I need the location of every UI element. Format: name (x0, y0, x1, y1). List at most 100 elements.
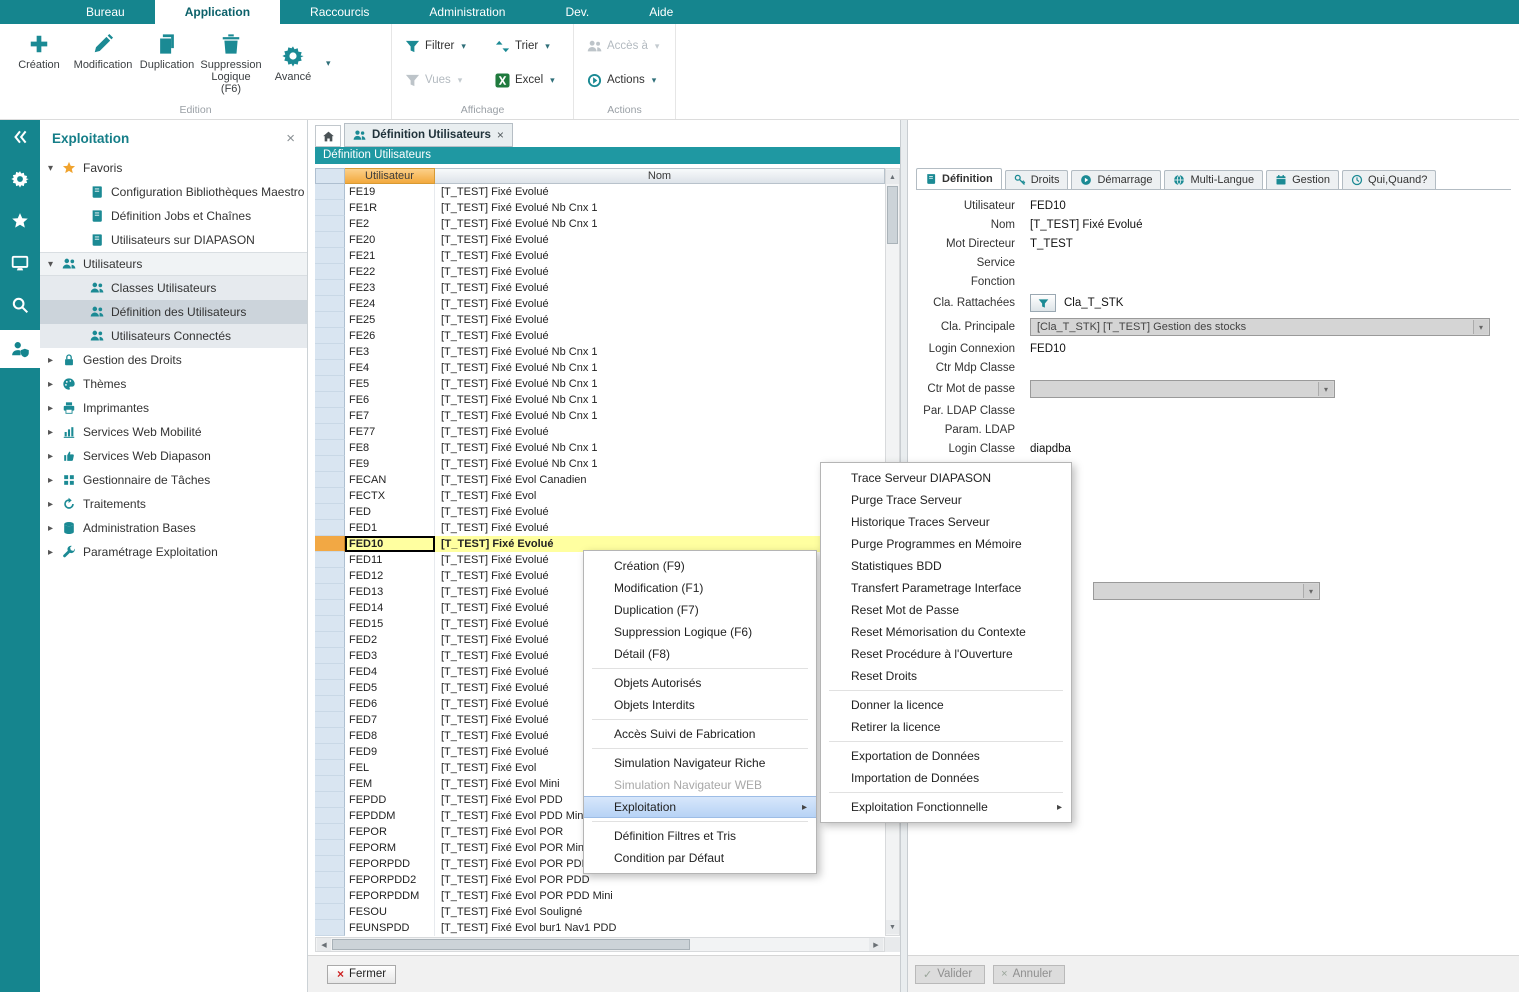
tree-item-configuration-bibliotheques-maestro[interactable]: Configuration Bibliothèques Maestro (40, 180, 307, 204)
row-gutter[interactable] (315, 792, 345, 808)
row-gutter[interactable] (315, 840, 345, 856)
tree-item-definition-des-utilisateurs[interactable]: Définition des Utilisateurs (40, 300, 307, 324)
menu-item-purge-programmes-en-memoire[interactable]: Purge Programmes en Mémoire (821, 533, 1071, 555)
row-gutter[interactable] (315, 856, 345, 872)
row-gutter[interactable] (315, 360, 345, 376)
row-gutter[interactable] (315, 312, 345, 328)
row-gutter[interactable] (315, 648, 345, 664)
row-gutter[interactable] (315, 904, 345, 920)
menu-item-donner-la-licence[interactable]: Donner la licence (821, 694, 1071, 716)
tab-demarrage[interactable]: Démarrage (1071, 170, 1161, 189)
extra-combo[interactable]: ▾ (1093, 582, 1320, 600)
row-gutter[interactable] (315, 216, 345, 232)
table-row[interactable]: FE77[T_TEST] Fixé Evolué (315, 424, 885, 440)
row-gutter[interactable] (315, 200, 345, 216)
cla-rattachees-button[interactable] (1030, 294, 1056, 312)
tree-item-gestionnaire-de-taches[interactable]: ▸Gestionnaire de Tâches (40, 468, 307, 492)
field-combo[interactable]: ▾ (1030, 380, 1335, 398)
table-row[interactable]: FE20[T_TEST] Fixé Evolué (315, 232, 885, 248)
tree-item-services-web-mobilite[interactable]: ▸Services Web Mobilité (40, 420, 307, 444)
menu-item-retirer-la-licence[interactable]: Retirer la licence (821, 716, 1071, 738)
row-gutter[interactable] (315, 632, 345, 648)
column-header-nom[interactable]: Nom (435, 168, 885, 184)
menu-item-statistiques-bdd[interactable]: Statistiques BDD (821, 555, 1071, 577)
row-gutter[interactable] (315, 328, 345, 344)
scroll-left-icon[interactable]: ◀ (317, 938, 331, 951)
horizontal-scroll-thumb[interactable] (332, 939, 690, 950)
row-gutter[interactable] (315, 664, 345, 680)
table-row[interactable]: FE1R[T_TEST] Fixé Evolué Nb Cnx 1 (315, 200, 885, 216)
row-gutter[interactable] (315, 760, 345, 776)
user-shield-strip-button[interactable] (0, 330, 40, 368)
table-row[interactable]: FE8[T_TEST] Fixé Evolué Nb Cnx 1 (315, 440, 885, 456)
menu-item-exploitation-fonctionnelle[interactable]: Exploitation Fonctionnelle▸ (821, 796, 1071, 818)
column-header-utilisateur[interactable]: Utilisateur (345, 168, 435, 184)
row-gutter[interactable] (315, 552, 345, 568)
menu-item-reset-memorisation-du-contexte[interactable]: Reset Mémorisation du Contexte (821, 621, 1071, 643)
table-row[interactable]: FESOU[T_TEST] Fixé Evol Souligné (315, 904, 885, 920)
annuler-button[interactable]: ×Annuler (993, 965, 1065, 984)
tab-definition[interactable]: Définition (916, 168, 1002, 189)
table-row[interactable]: FE7[T_TEST] Fixé Evolué Nb Cnx 1 (315, 408, 885, 424)
horizontal-scrollbar[interactable]: ◀ ▶ (315, 937, 885, 952)
monitor-strip-button[interactable] (0, 246, 40, 280)
table-row[interactable]: FEPORPDDM[T_TEST] Fixé Evol POR PDD Mini (315, 888, 885, 904)
table-row[interactable]: FEUNSPDD[T_TEST] Fixé Evol bur1 Nav1 PDD (315, 920, 885, 936)
table-row[interactable]: FE24[T_TEST] Fixé Evolué (315, 296, 885, 312)
tab-close-icon[interactable]: × (497, 128, 504, 142)
dropdown-arrow-icon[interactable]: ▾ (326, 58, 331, 69)
tab-definition-utilisateurs[interactable]: Définition Utilisateurs × (344, 123, 513, 147)
tab-multi-langue[interactable]: Multi-Langue (1164, 170, 1263, 189)
row-gutter[interactable] (315, 392, 345, 408)
trier-button[interactable]: Trier▾ (492, 34, 576, 58)
table-row[interactable]: FE9[T_TEST] Fixé Evolué Nb Cnx 1 (315, 456, 885, 472)
table-row[interactable]: FED1[T_TEST] Fixé Evolué (315, 520, 885, 536)
table-row[interactable]: FE4[T_TEST] Fixé Evolué Nb Cnx 1 (315, 360, 885, 376)
scroll-right-icon[interactable]: ▶ (869, 938, 883, 951)
creation-button[interactable]: Création (8, 29, 70, 73)
tree-item-gestion-des-droits[interactable]: ▸Gestion des Droits (40, 348, 307, 372)
row-gutter[interactable] (315, 456, 345, 472)
tree-item-definition-jobs-et-chaines[interactable]: Définition Jobs et Chaînes (40, 204, 307, 228)
home-tab[interactable] (315, 125, 341, 147)
menu-item-reset-mot-de-passe[interactable]: Reset Mot de Passe (821, 599, 1071, 621)
row-gutter[interactable] (315, 808, 345, 824)
tree-item-favoris[interactable]: ▾Favoris (40, 156, 307, 180)
tree-item-administration-bases[interactable]: ▸Administration Bases (40, 516, 307, 540)
menu-item-condition-par-defaut[interactable]: Condition par Défaut (584, 847, 816, 869)
excel-button[interactable]: Excel▾ (492, 68, 576, 92)
table-row[interactable]: FE6[T_TEST] Fixé Evolué Nb Cnx 1 (315, 392, 885, 408)
table-row[interactable]: FECAN[T_TEST] Fixé Evol Canadien (315, 472, 885, 488)
menu-item-exploitation[interactable]: Exploitation▸ (584, 796, 816, 818)
menu-item-importation-de-donnees[interactable]: Importation de Données (821, 767, 1071, 789)
menu-item-suppression-logique-f6[interactable]: Suppression Logique (F6) (584, 621, 816, 643)
tree-item-utilisateurs[interactable]: ▾Utilisateurs (40, 252, 307, 276)
tree-item-themes[interactable]: ▸Thèmes (40, 372, 307, 396)
tree-item-imprimantes[interactable]: ▸Imprimantes (40, 396, 307, 420)
row-gutter[interactable] (315, 776, 345, 792)
menu-item-exportation-de-donnees[interactable]: Exportation de Données (821, 745, 1071, 767)
table-row[interactable]: FE3[T_TEST] Fixé Evolué Nb Cnx 1 (315, 344, 885, 360)
tree-item-classes-utilisateurs[interactable]: Classes Utilisateurs (40, 276, 307, 300)
row-gutter[interactable] (315, 696, 345, 712)
row-gutter[interactable] (315, 344, 345, 360)
menu-administration[interactable]: Administration (399, 0, 535, 24)
panel-close-icon[interactable]: × (286, 130, 295, 147)
row-gutter[interactable] (315, 712, 345, 728)
menu-item-creation-f9[interactable]: Création (F9) (584, 555, 816, 577)
tree-item-parametrage-exploitation[interactable]: ▸Paramétrage Exploitation (40, 540, 307, 564)
menu-item-reset-droits[interactable]: Reset Droits (821, 665, 1071, 687)
row-gutter[interactable] (315, 888, 345, 904)
row-gutter[interactable] (315, 536, 345, 552)
duplication-button[interactable]: Duplication (136, 29, 198, 73)
modification-button[interactable]: Modification (72, 29, 134, 73)
menu-item-purge-trace-serveur[interactable]: Purge Trace Serveur (821, 489, 1071, 511)
row-gutter[interactable] (315, 872, 345, 888)
scroll-up-icon[interactable]: ▲ (886, 170, 899, 184)
menu-item-historique-traces-serveur[interactable]: Historique Traces Serveur (821, 511, 1071, 533)
table-row[interactable]: FE5[T_TEST] Fixé Evolué Nb Cnx 1 (315, 376, 885, 392)
row-gutter[interactable] (315, 824, 345, 840)
table-row[interactable]: FE26[T_TEST] Fixé Evolué (315, 328, 885, 344)
tab-droits[interactable]: Droits (1005, 170, 1069, 189)
row-gutter[interactable] (315, 280, 345, 296)
